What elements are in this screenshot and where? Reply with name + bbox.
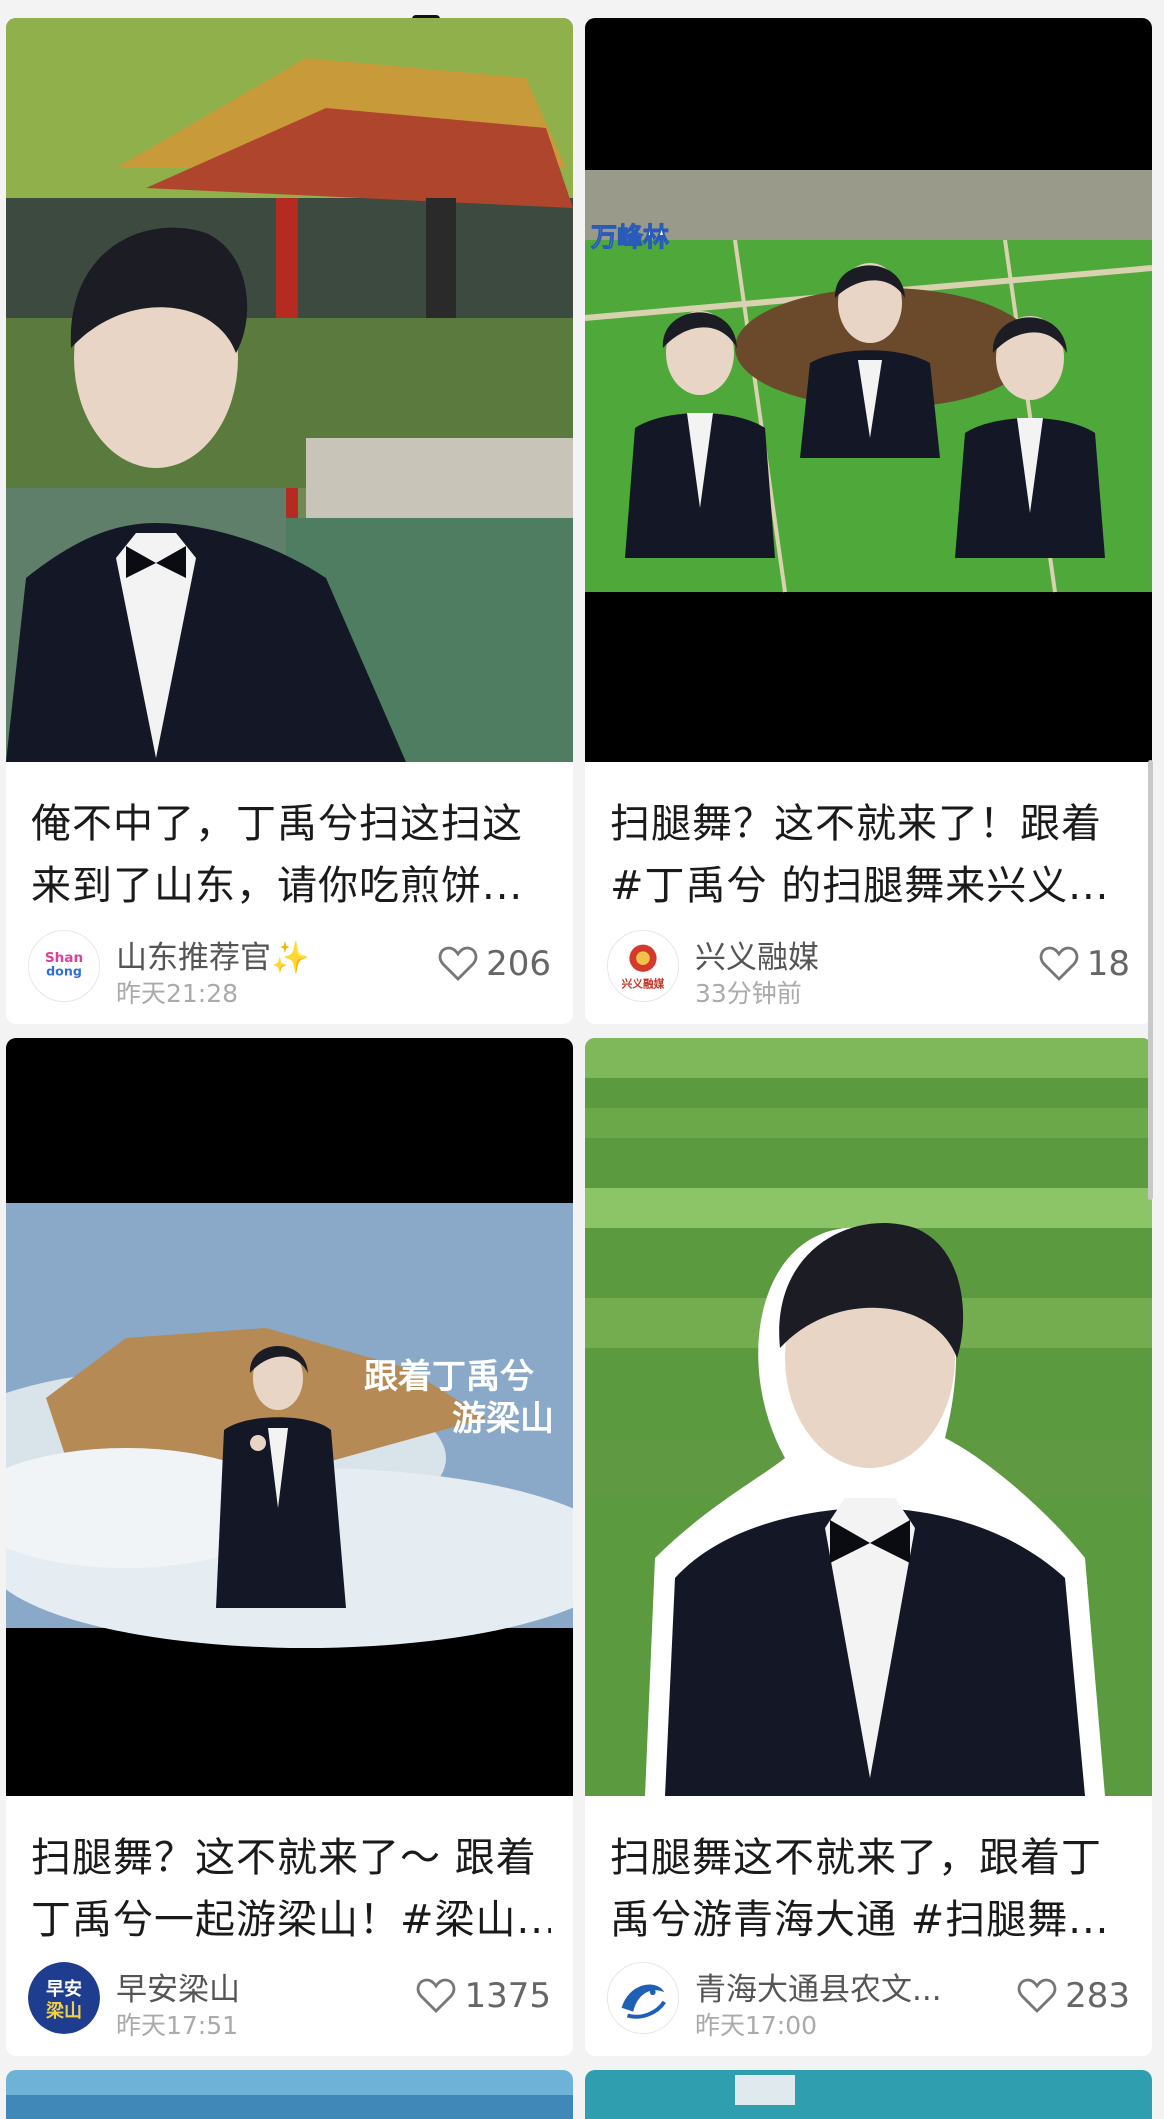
feed-card[interactable]: 万峰林 扫腿舞？这不就来了！跟着 #丁禹兮 的扫腿舞来兴义... 兴义融媒 兴义…: [585, 18, 1152, 1024]
post-time: 33分钟前: [695, 979, 802, 1008]
like-count: 1375: [464, 1976, 551, 2016]
svg-text:梁山: 梁山: [45, 2000, 82, 2022]
heart-icon: [1017, 1978, 1057, 2013]
post-time: 昨天17:51: [116, 2011, 239, 2040]
thumbnail-caption: 游梁山: [452, 1399, 554, 1439]
card-thumbnail[interactable]: 万峰林: [585, 18, 1152, 762]
card-thumbnail[interactable]: 跟着丁禹兮 游梁山: [6, 1038, 573, 1796]
like-count: 206: [486, 944, 551, 984]
avatar[interactable]: [607, 1962, 679, 2034]
avatar[interactable]: Shan dong: [28, 930, 100, 1002]
card-title-line: 扫腿舞？这不就来了～ 跟着: [31, 1835, 537, 1881]
like-button[interactable]: 1375: [416, 1976, 551, 2016]
card-thumbnail[interactable]: [6, 18, 573, 762]
post-time: 昨天21:28: [116, 979, 239, 1008]
heart-icon: [1039, 946, 1078, 981]
post-time: 昨天17:00: [695, 2011, 818, 2040]
like-button[interactable]: 206: [438, 944, 551, 984]
feed-card[interactable]: 俺不中了，丁禹兮扫这扫这 来到了山东，请你吃煎饼... Shan dong 山东…: [6, 18, 573, 1024]
card-meta: 青海大通县农文... 昨天17:00 283: [607, 1962, 1130, 2040]
feed-card-partial[interactable]: [585, 2070, 1152, 2119]
svg-text:兴义融媒: 兴义融媒: [622, 977, 665, 990]
card-meta: 兴义融媒 兴义融媒 33分钟前 18: [607, 930, 1130, 1008]
card-thumbnail[interactable]: [585, 1038, 1152, 1796]
thumbnail-caption: 万峰林: [591, 223, 669, 253]
svg-text:dong: dong: [46, 964, 82, 979]
card-title[interactable]: 扫腿舞？这不就来了！跟着 #丁禹兮 的扫腿舞来兴义...: [610, 793, 1130, 917]
scrollbar[interactable]: [1148, 760, 1153, 1200]
feed-card-partial[interactable]: [6, 2070, 573, 2119]
avatar[interactable]: 兴义融媒: [607, 930, 679, 1002]
card-meta: 早安 梁山 早安梁山 昨天17:51 1375: [28, 1962, 551, 2040]
like-count: 18: [1086, 944, 1130, 984]
note-feed: 俺不中了，丁禹兮扫这扫这 来到了山东，请你吃煎饼... Shan dong 山东…: [0, 0, 1164, 2119]
card-title-line: 禹兮游青海大通 #扫腿舞...: [610, 1897, 1110, 1943]
heart-icon: [438, 946, 478, 981]
card-title[interactable]: 扫腿舞这不就来了，跟着丁 禹兮游青海大通 #扫腿舞...: [610, 1827, 1130, 1951]
like-count: 283: [1065, 1976, 1130, 2016]
feed-card[interactable]: 跟着丁禹兮 游梁山 扫腿舞？这不就来了～ 跟着 丁禹兮一起游梁山！#梁山... …: [6, 1038, 573, 2056]
feed-card[interactable]: 扫腿舞这不就来了，跟着丁 禹兮游青海大通 #扫腿舞... 青海大通县农文... …: [585, 1038, 1152, 2056]
card-title-line: 俺不中了，丁禹兮扫这扫这: [31, 801, 523, 847]
author-name[interactable]: 青海大通县农文...: [695, 1964, 942, 2009]
card-title-line: 来到了山东，请你吃煎饼...: [31, 863, 524, 909]
author-name[interactable]: 早安梁山: [116, 1964, 240, 2009]
author-name[interactable]: 兴义融媒: [695, 932, 819, 977]
heart-icon: [417, 1978, 456, 2013]
card-title-line: #丁禹兮 的扫腿舞来兴义...: [610, 863, 1110, 909]
svg-text:早安: 早安: [46, 1978, 82, 2000]
card-meta: Shan dong 山东推荐官✨ 昨天21:28 206: [28, 930, 551, 1008]
thumbnail-caption: 跟着丁禹兮: [364, 1357, 534, 1397]
like-button[interactable]: 18: [1039, 944, 1130, 984]
author-name[interactable]: 山东推荐官✨: [116, 932, 310, 977]
card-title-line: 扫腿舞这不就来了，跟着丁: [610, 1835, 1102, 1881]
card-title[interactable]: 扫腿舞？这不就来了～ 跟着 丁禹兮一起游梁山！#梁山...: [31, 1827, 551, 1951]
like-button[interactable]: 283: [1017, 1976, 1130, 2016]
card-title[interactable]: 俺不中了，丁禹兮扫这扫这 来到了山东，请你吃煎饼...: [31, 793, 551, 917]
avatar[interactable]: 早安 梁山: [28, 1962, 100, 2034]
card-title-line: 扫腿舞？这不就来了！跟着: [610, 801, 1102, 847]
card-title-line: 丁禹兮一起游梁山！#梁山...: [31, 1897, 551, 1943]
